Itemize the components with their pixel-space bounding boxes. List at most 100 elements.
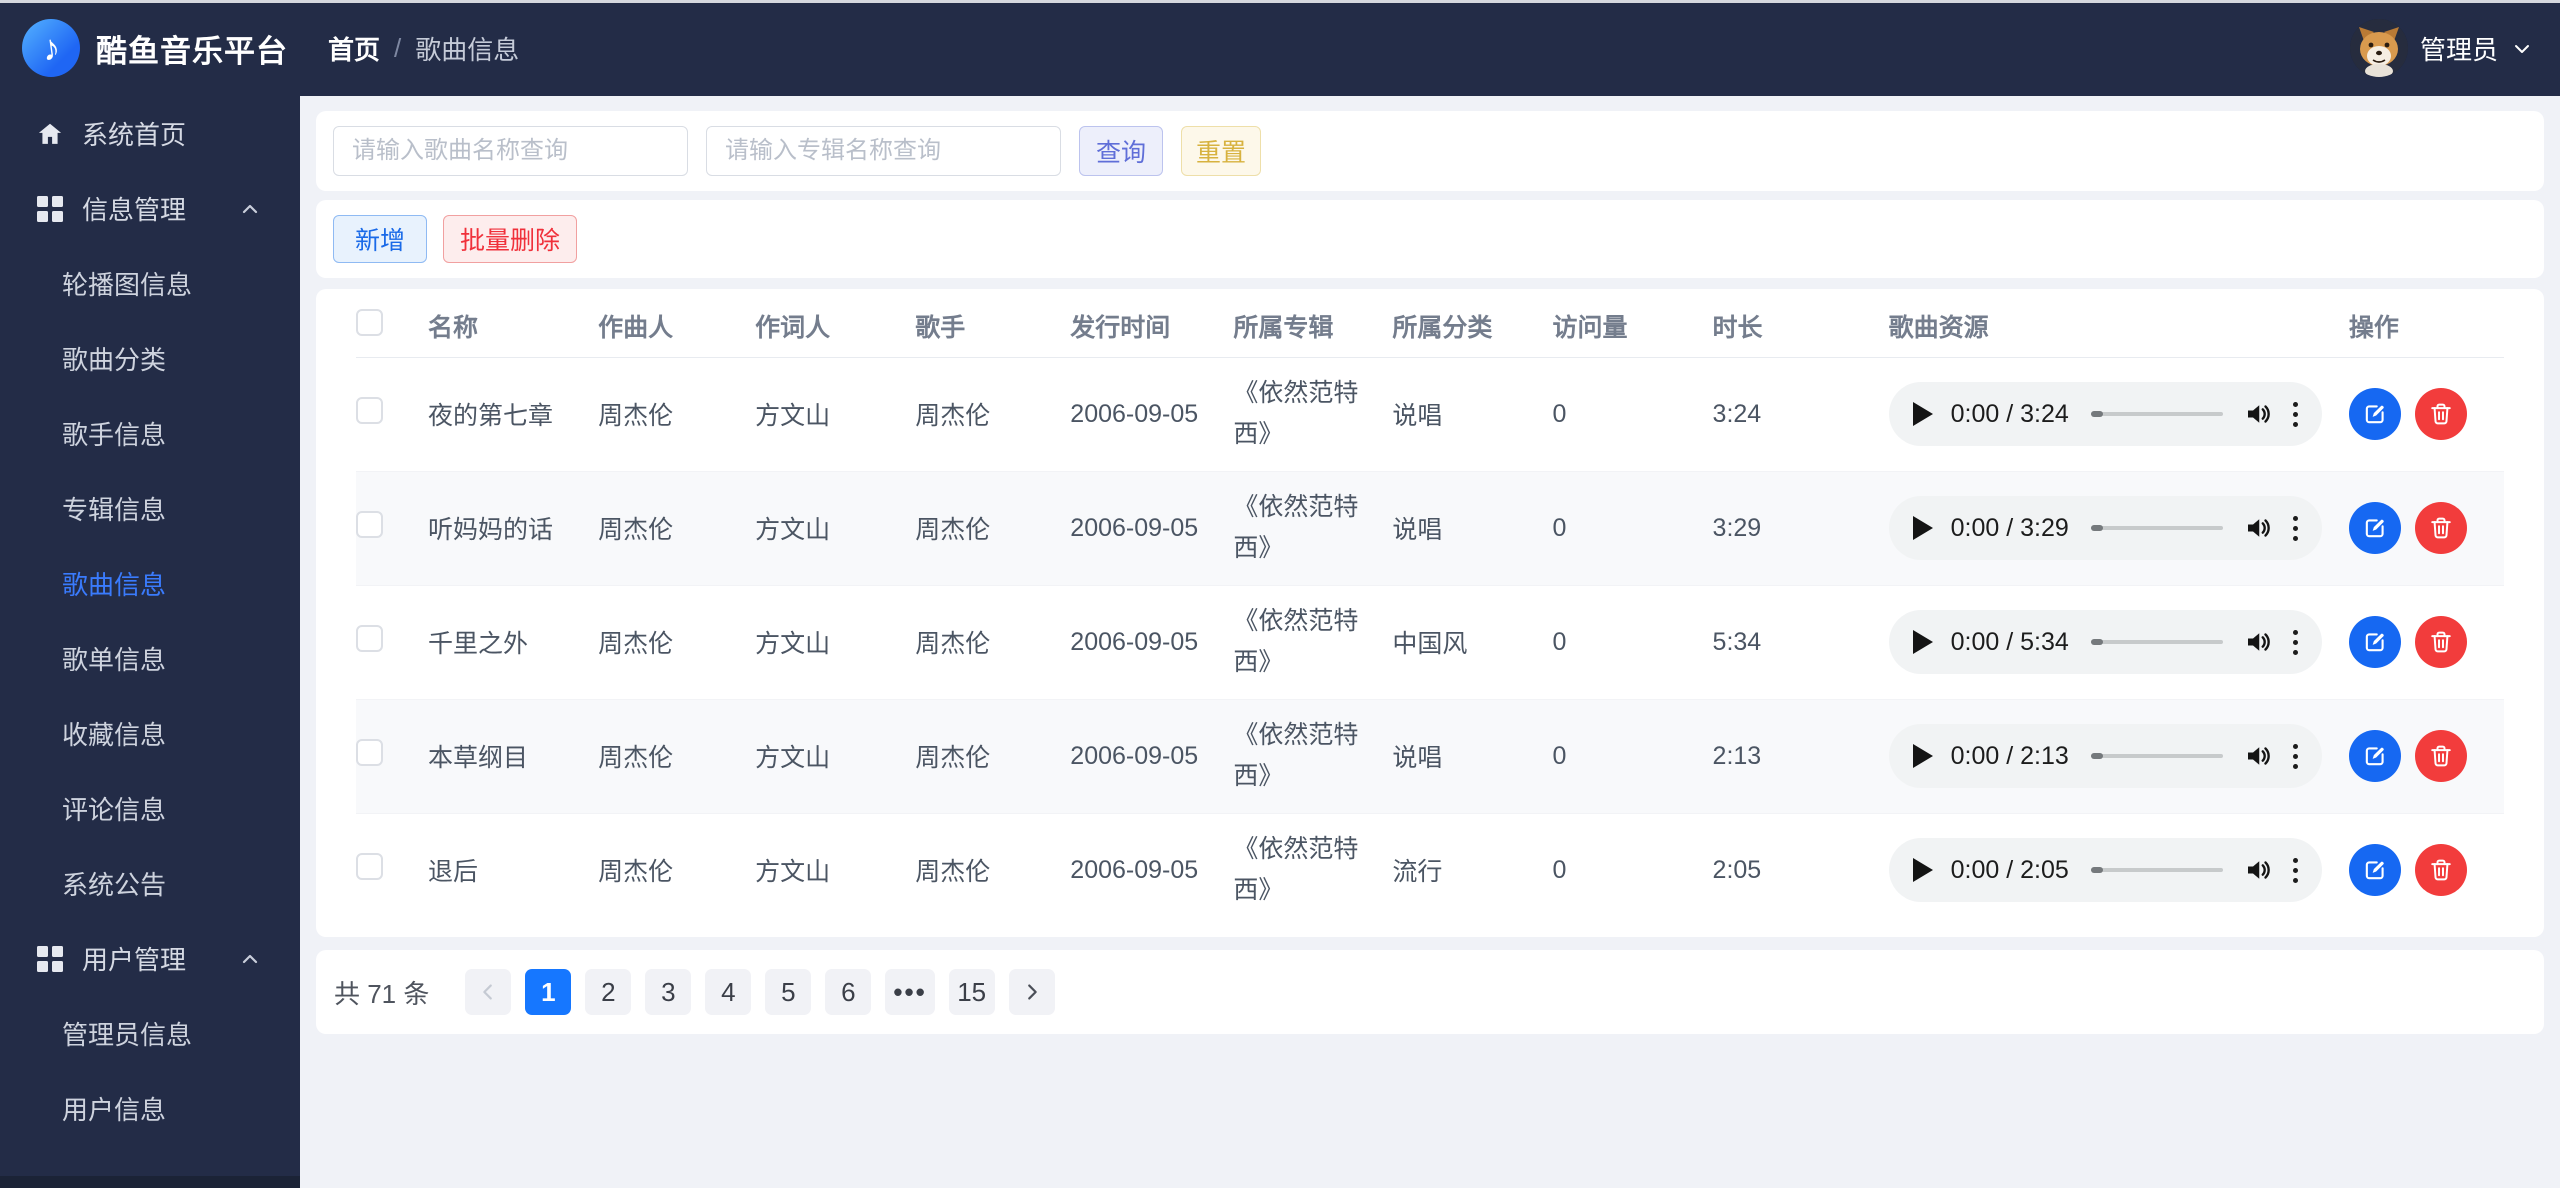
sidebar-subitem-歌手信息[interactable]: 歌手信息 xyxy=(0,396,300,471)
player-menu-icon[interactable] xyxy=(2292,401,2298,427)
audio-player[interactable]: 0:00 / 2:05 xyxy=(1888,838,2322,903)
grid-icon xyxy=(36,945,64,973)
edit-button[interactable] xyxy=(2348,616,2401,668)
delete-button[interactable] xyxy=(2414,616,2467,668)
player-menu-icon[interactable] xyxy=(2292,629,2298,655)
row-checkbox[interactable] xyxy=(356,739,383,766)
sidebar-subitem-用户信息[interactable]: 用户信息 xyxy=(0,1071,300,1146)
play-icon[interactable] xyxy=(1912,630,1933,654)
volume-icon[interactable] xyxy=(2243,855,2273,885)
player-menu-icon[interactable] xyxy=(2292,857,2298,883)
play-icon[interactable] xyxy=(1912,858,1933,883)
page-button-6[interactable]: 6 xyxy=(825,969,872,1015)
sidebar-item-系统首页[interactable]: 系统首页 xyxy=(0,96,300,171)
sidebar-subitem-label: 轮播图信息 xyxy=(62,270,193,300)
sidebar-subitem-专辑信息[interactable]: 专辑信息 xyxy=(0,471,300,546)
audio-player[interactable]: 0:00 / 3:29 xyxy=(1888,496,2322,560)
player-progress-bar[interactable] xyxy=(2090,867,2223,874)
sidebar-subitem-歌曲信息[interactable]: 歌曲信息 xyxy=(0,546,300,621)
singer-cell: 周杰伦 xyxy=(915,630,991,658)
row-checkbox[interactable] xyxy=(356,397,383,424)
main-content: 查询 重置 新增 批量删除 名称作曲人作词人歌手发行时间所属专辑所属分类访问量时… xyxy=(300,96,2560,1188)
play-icon[interactable] xyxy=(1912,516,1933,540)
chevron-left-icon[interactable] xyxy=(465,969,512,1015)
reset-button[interactable]: 重置 xyxy=(1181,126,1261,176)
table-row: 退后 周杰伦 方文山 周杰伦 2006-09-05 《依然范特西》 流行 0 2:05 0:00 … xyxy=(356,813,2504,927)
release-date-cell: 2006-09-05 xyxy=(1070,741,1199,770)
page-button-3[interactable]: 3 xyxy=(645,969,692,1015)
sidebar-subitem-label: 系统公告 xyxy=(62,870,167,900)
add-button[interactable]: 新增 xyxy=(333,215,427,263)
sidebar-subitem-管理员信息[interactable]: 管理员信息 xyxy=(0,996,300,1071)
column-header-作曲人: 作曲人 xyxy=(598,295,756,358)
volume-icon[interactable] xyxy=(2243,741,2273,771)
page-button-4[interactable]: 4 xyxy=(705,969,752,1015)
column-header-发行时间: 发行时间 xyxy=(1070,295,1234,358)
release-date-cell: 2006-09-05 xyxy=(1070,855,1199,884)
page-button-5[interactable]: 5 xyxy=(765,969,812,1015)
row-checkbox[interactable] xyxy=(356,511,383,538)
album-name-search-input[interactable] xyxy=(706,126,1061,176)
sidebar-subitem-歌曲分类[interactable]: 歌曲分类 xyxy=(0,321,300,396)
player-progress-bar[interactable] xyxy=(2090,639,2223,645)
sidebar-collapse-strip[interactable] xyxy=(0,1176,300,1188)
player-progress-bar[interactable] xyxy=(2090,411,2223,417)
edit-button[interactable] xyxy=(2348,730,2401,782)
release-date-cell: 2006-09-05 xyxy=(1070,513,1199,542)
page-ellipsis[interactable]: ••• xyxy=(885,969,935,1015)
sidebar-subitem-轮播图信息[interactable]: 轮播图信息 xyxy=(0,246,300,321)
grid-icon xyxy=(36,195,64,223)
edit-button[interactable] xyxy=(2348,502,2401,554)
sidebar-subitem-收藏信息[interactable]: 收藏信息 xyxy=(0,696,300,771)
sidebar-item-用户管理[interactable]: 用户管理 xyxy=(0,921,300,996)
player-menu-icon[interactable] xyxy=(2292,515,2298,541)
sidebar-item-信息管理[interactable]: 信息管理 xyxy=(0,171,300,246)
player-menu-icon[interactable] xyxy=(2292,743,2298,769)
page-button-1[interactable]: 1 xyxy=(525,969,572,1015)
delete-button[interactable] xyxy=(2414,730,2467,782)
duration-cell: 5:34 xyxy=(1712,627,1762,656)
delete-button[interactable] xyxy=(2414,502,2467,554)
home-icon xyxy=(36,120,64,148)
row-checkbox[interactable] xyxy=(356,625,383,652)
audio-player[interactable]: 0:00 / 2:13 xyxy=(1888,724,2322,788)
edit-button[interactable] xyxy=(2348,844,2401,897)
sidebar-subitem-歌单信息[interactable]: 歌单信息 xyxy=(0,621,300,696)
chevron-right-icon[interactable] xyxy=(1008,969,1055,1015)
composer-cell: 周杰伦 xyxy=(598,744,674,772)
sidebar-item-label: 信息管理 xyxy=(82,195,187,225)
player-progress-bar[interactable] xyxy=(2090,525,2223,531)
column-header-所属分类: 所属分类 xyxy=(1392,295,1553,358)
page-button-15[interactable]: 15 xyxy=(948,969,995,1015)
play-icon[interactable] xyxy=(1912,402,1933,426)
select-all-checkbox[interactable] xyxy=(356,308,383,336)
sidebar-subitem-评论信息[interactable]: 评论信息 xyxy=(0,771,300,846)
delete-button[interactable] xyxy=(2414,388,2467,440)
volume-icon[interactable] xyxy=(2243,627,2273,657)
query-button[interactable]: 查询 xyxy=(1079,126,1163,176)
song-name-search-input[interactable] xyxy=(333,126,688,176)
column-header-时长: 时长 xyxy=(1712,295,1889,358)
delete-button[interactable] xyxy=(2414,844,2467,897)
column-header-访问量: 访问量 xyxy=(1552,295,1713,358)
page-button-2[interactable]: 2 xyxy=(585,969,632,1015)
duration-cell: 3:24 xyxy=(1712,399,1762,428)
user-menu[interactable]: 管理员 xyxy=(2349,19,2534,77)
volume-icon[interactable] xyxy=(2243,399,2273,429)
audio-player[interactable]: 0:00 / 3:24 xyxy=(1888,382,2322,446)
audio-player[interactable]: 0:00 / 5:34 xyxy=(1888,610,2322,674)
visits-cell: 0 xyxy=(1552,627,1567,656)
batch-delete-button[interactable]: 批量删除 xyxy=(443,215,577,263)
edit-button[interactable] xyxy=(2348,388,2401,440)
play-icon[interactable] xyxy=(1912,744,1933,768)
breadcrumb-home[interactable]: 首页 xyxy=(328,30,380,67)
volume-icon[interactable] xyxy=(2243,513,2273,543)
table-row: 本草纲目 周杰伦 方文山 周杰伦 2006-09-05 《依然范特西》 说唱 0 2:13 0:0… xyxy=(356,699,2504,813)
sidebar-subitem-系统公告[interactable]: 系统公告 xyxy=(0,846,300,921)
player-progress-bar[interactable] xyxy=(2090,753,2223,759)
sidebar-subitem-label: 歌曲信息 xyxy=(62,570,167,600)
player-time-label: 0:00 / 3:24 xyxy=(1950,399,2069,428)
table-row: 夜的第七章 周杰伦 方文山 周杰伦 2006-09-05 《依然范特西》 说唱 0 3:24 0:… xyxy=(356,357,2504,471)
row-checkbox[interactable] xyxy=(356,853,383,881)
shiba-dog-avatar[interactable] xyxy=(2349,19,2408,77)
